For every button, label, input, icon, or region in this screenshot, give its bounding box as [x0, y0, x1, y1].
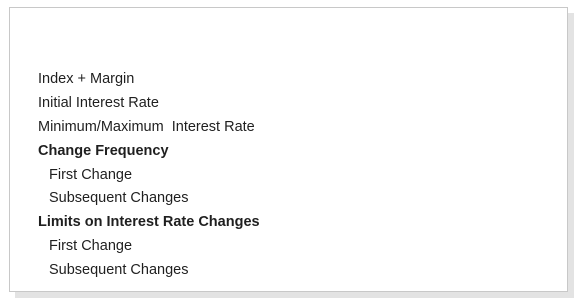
list-item-change-frequency-subsequent-changes: Subsequent Changes: [49, 190, 189, 207]
list-item-min-max-interest-rate: Minimum/Maximum Interest Rate: [38, 118, 255, 135]
interest-rate-terms-panel: Index + Margin Initial Interest Rate Min…: [9, 7, 568, 292]
section-heading-change-frequency: Change Frequency: [38, 142, 169, 159]
rate-terms-list: Index + Margin Initial Interest Rate Min…: [38, 68, 260, 283]
list-item-initial-interest-rate: Initial Interest Rate: [38, 94, 159, 111]
list-item-index-margin: Index + Margin: [38, 71, 135, 87]
list-item-limits-first-change: First Change: [49, 238, 133, 255]
list-item-limits-subsequent-changes: Subsequent Changes: [49, 262, 189, 279]
list-item-change-frequency-first-change: First Change: [49, 166, 133, 183]
section-heading-limits-on-rate-changes: Limits on Interest Rate Changes: [38, 214, 260, 231]
